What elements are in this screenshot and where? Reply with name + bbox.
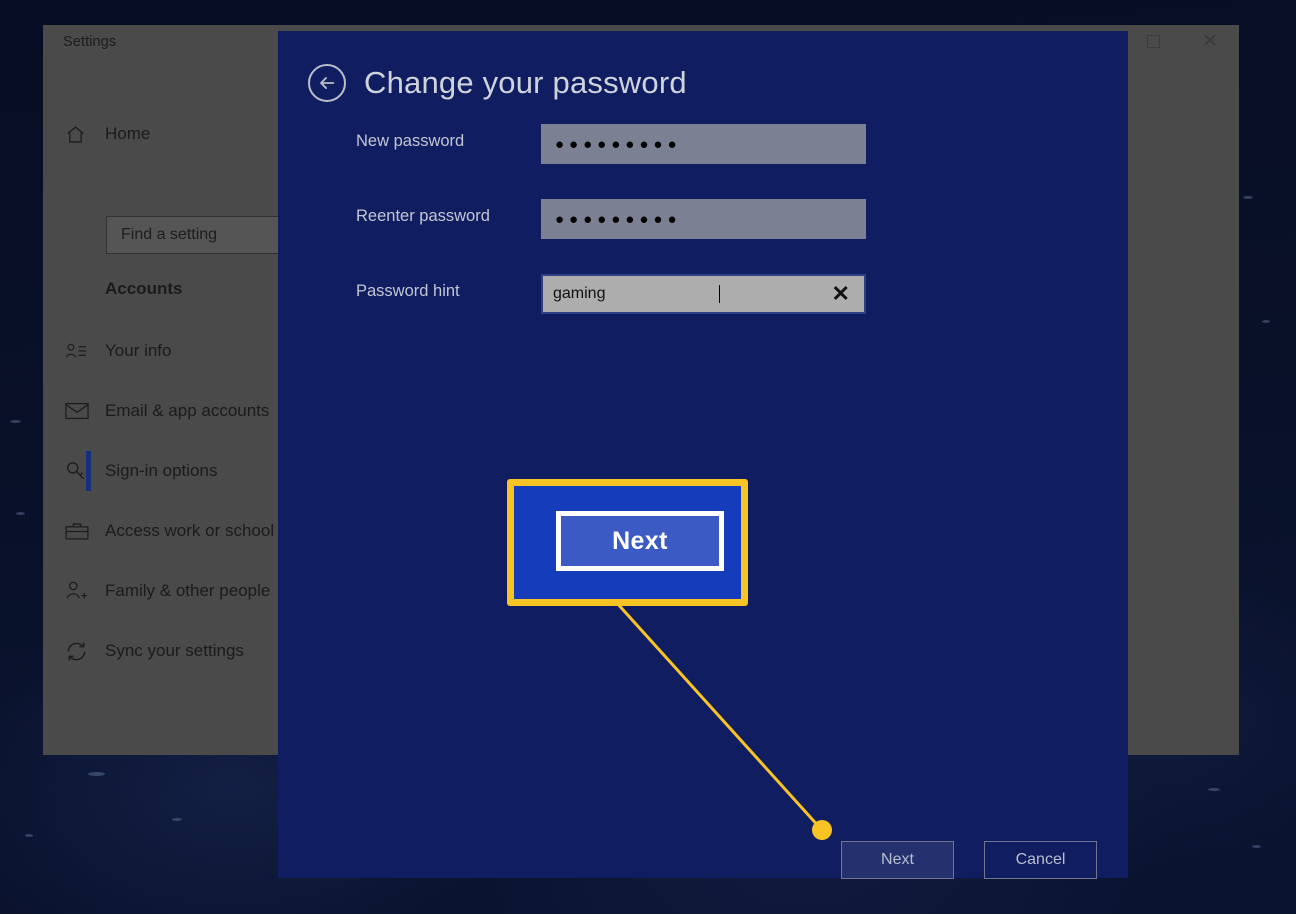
sidebar-item-label: Email & app accounts <box>105 401 270 420</box>
form-row-new-password: New password ●●●●●●●●● <box>278 124 1128 164</box>
close-icon[interactable]: ✕ <box>1187 25 1233 57</box>
password-hint-value: gaming <box>553 285 606 302</box>
settings-window-title: Settings <box>63 34 117 50</box>
new-password-field[interactable]: ●●●●●●●●● <box>541 124 866 164</box>
wallpaper-speck <box>1208 788 1220 791</box>
sidebar-item-label: Sync your settings <box>105 641 244 660</box>
wallpaper-speck <box>1262 320 1270 323</box>
wallpaper-speck <box>25 834 33 837</box>
key-icon <box>65 460 99 482</box>
close-glyph: ✕ <box>1202 30 1218 52</box>
new-password-label: New password <box>356 132 465 150</box>
next-button-callout: Next <box>507 479 748 606</box>
cancel-button[interactable]: Cancel <box>984 841 1097 879</box>
text-caret <box>718 285 720 303</box>
wallpaper-speck <box>16 512 25 515</box>
search-placeholder-text: Find a setting <box>121 226 218 243</box>
change-password-dialog: Change your password New password ●●●●●●… <box>278 31 1128 879</box>
home-icon <box>65 124 99 145</box>
clear-icon[interactable]: ✕ <box>832 283 850 305</box>
maximize-square <box>1146 34 1160 48</box>
next-button[interactable]: Next <box>841 841 954 879</box>
reenter-password-field[interactable]: ●●●●●●●●● <box>541 199 866 239</box>
wallpaper-speck <box>1243 196 1253 199</box>
sidebar-item-label: Your info <box>105 341 172 360</box>
maximize-icon[interactable] <box>1130 25 1176 57</box>
briefcase-icon <box>65 521 99 541</box>
person-add-icon <box>65 580 99 602</box>
sidebar-item-label: Access work or school <box>105 521 275 540</box>
wallpaper-speck <box>172 818 182 821</box>
reenter-password-value: ●●●●●●●●● <box>555 210 682 228</box>
envelope-icon <box>65 402 99 420</box>
back-arrow-icon[interactable] <box>308 64 346 102</box>
password-hint-field[interactable]: gaming ✕ <box>541 274 866 314</box>
sidebar-item-label: Home <box>105 124 151 143</box>
form-row-reenter-password: Reenter password ●●●●●●●●● <box>278 199 1128 239</box>
sync-icon <box>65 640 99 663</box>
page-title: Change your password <box>364 65 687 100</box>
form-row-password-hint: Password hint gaming ✕ <box>278 274 1128 314</box>
wallpaper-speck <box>1252 845 1261 848</box>
dialog-header: Change your password <box>308 64 687 102</box>
wallpaper-speck <box>88 772 105 776</box>
reenter-password-label: Reenter password <box>356 207 490 225</box>
callout-highlight-frame: Next <box>556 511 724 571</box>
wallpaper-speck <box>10 420 21 423</box>
user-card-icon <box>65 341 99 361</box>
callout-next-label: Next <box>612 526 668 555</box>
callout-next-button[interactable]: Next <box>561 516 719 566</box>
sidebar-item-label: Sign-in options <box>105 461 218 480</box>
nav-section-header: Accounts <box>105 279 183 298</box>
sidebar-item-label: Family & other people <box>105 581 271 600</box>
password-hint-label: Password hint <box>356 282 460 300</box>
new-password-value: ●●●●●●●●● <box>555 135 682 153</box>
